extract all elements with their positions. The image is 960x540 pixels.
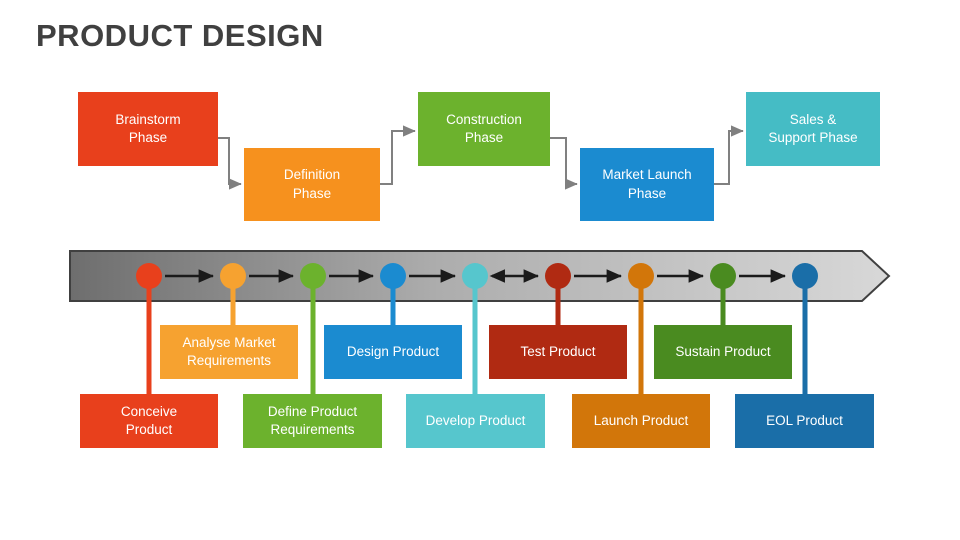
milestone-box-conceive-product[interactable]: Conceive Product [80,394,218,448]
phase-box-construction[interactable]: Construction Phase [418,92,550,166]
phase-label-construction: Construction Phase [446,111,522,145]
phase-label-sales-support: Sales & Support Phase [768,111,858,145]
milestone-box-develop-product[interactable]: Develop Product [406,394,545,448]
phase-label-market-launch: Market Launch Phase [602,167,692,201]
slide-canvas: PRODUCT DESIGN Brainstorm Phase Definiti… [0,0,960,540]
milestone-label-eol-product: EOL Product [766,412,843,428]
milestone-dot-develop-product[interactable] [462,263,488,289]
milestone-box-eol-product[interactable]: EOL Product [735,394,874,448]
milestone-box-launch-product[interactable]: Launch Product [572,394,710,448]
milestone-label-define-product-requirements: Define Product Requirements [267,403,358,437]
stem-develop-product [472,276,478,396]
milestone-dot-analyse-market-requirements[interactable] [220,263,246,289]
milestone-dot-eol-product[interactable] [792,263,818,289]
milestone-box-define-product-requirements[interactable]: Define Product Requirements [243,394,382,448]
milestone-dot-conceive-product[interactable] [136,263,162,289]
phase-box-definition[interactable]: Definition Phase [244,148,380,221]
milestone-label-launch-product: Launch Product [593,412,689,428]
milestone-label-conceive-product: Conceive Product [120,403,178,437]
milestone-label-sustain-product: Sustain Product [675,343,771,359]
milestone-box-analyse-market-requirements[interactable]: Analyse Market Requirements [160,325,298,379]
milestone-box-sustain-product[interactable]: Sustain Product [654,325,792,379]
phase-label-brainstorm: Brainstorm Phase [115,111,181,145]
milestone-dot-design-product[interactable] [380,263,406,289]
stem-eol-product [802,276,808,396]
milestone-label-test-product: Test Product [520,343,596,359]
milestone-label-analyse-market-requirements: Analyse Market Requirements [182,334,276,368]
milestone-dot-test-product[interactable] [545,263,571,289]
milestone-box-design-product[interactable]: Design Product [324,325,462,379]
milestone-box-test-product[interactable]: Test Product [489,325,627,379]
milestone-label-develop-product: Develop Product [425,412,526,428]
milestone-dot-launch-product[interactable] [628,263,654,289]
milestone-dot-define-product-requirements[interactable] [300,263,326,289]
stem-launch-product [638,276,644,396]
stem-conceive-product [146,276,152,396]
phase-box-market-launch[interactable]: Market Launch Phase [580,148,714,221]
phase-box-sales-support[interactable]: Sales & Support Phase [746,92,880,166]
milestone-label-design-product: Design Product [346,343,440,359]
phase-label-definition: Definition Phase [283,167,341,201]
phase-box-brainstorm[interactable]: Brainstorm Phase [78,92,218,166]
stem-define-product-requirements [310,276,316,396]
milestone-dot-sustain-product[interactable] [710,263,736,289]
